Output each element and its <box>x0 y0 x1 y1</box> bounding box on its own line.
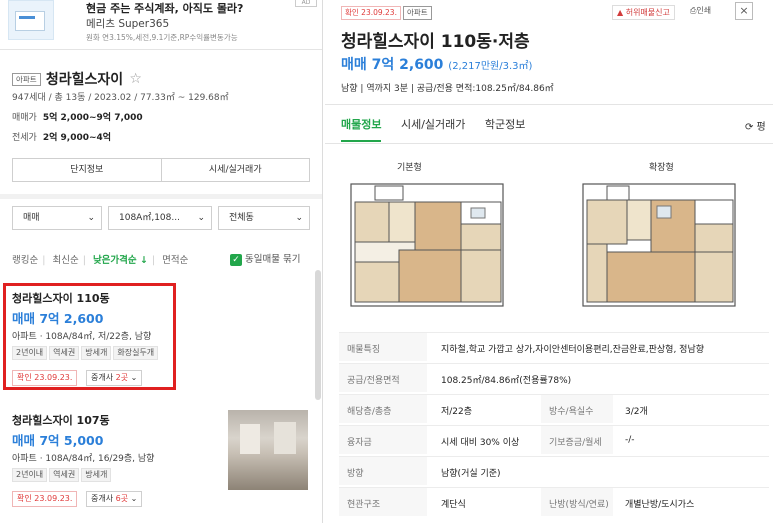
ad-desc: 원화 연3.15%,세전,9.1기준,RP수익률변동가능 <box>86 33 238 42</box>
price-history-button[interactable]: 시세/실거래가 <box>162 159 310 181</box>
sort-area[interactable]: 면적순 <box>162 255 188 266</box>
listing-price: 매매 7억 5,000 <box>12 433 104 448</box>
info-row: 공급/전용면적 108.25㎡/84.86㎡(전용률78%) <box>339 363 769 392</box>
ad-title[interactable]: 현금 주는 주식계좌, 아직도 몰라? <box>86 0 243 16</box>
info-row: 매물특징 지하철,학교 가깝고 상가,자이안센터이용편리,잔금완료,판상형, 정… <box>339 332 769 361</box>
siren-icon: ▲ <box>617 8 624 17</box>
plan-basic-label: 기본형 <box>397 163 422 173</box>
floor-plan-extended-image[interactable] <box>579 180 739 310</box>
detail-summary: 남향 | 역까지 3분 | 공급/전용 면적:108.25㎡/84.86㎡ <box>341 84 554 94</box>
sale-price-range: 매매가 5억 2,000~9억 7,000 <box>12 113 143 123</box>
tab-school-info[interactable]: 학군정보 <box>485 116 525 142</box>
chevron-down-icon: ⌄ <box>197 213 205 223</box>
list-scrollbar[interactable] <box>315 270 321 400</box>
complex-info-button[interactable]: 단지정보 <box>13 159 162 181</box>
info-row: 현관구조 계단식 난방(방식/연료) 개별난방/도시가스 <box>339 487 769 516</box>
info-row: 융자금 시세 대비 30% 이상 기보증금/월세 -/- <box>339 425 769 454</box>
detail-panel: 확인 23.09.23. 아파트 ▲ 허위매물신고 ⎙인쇄 × 청라힐스자이 1… <box>325 0 773 523</box>
floor-plan-basic-image[interactable] <box>347 180 507 310</box>
sort-ranking[interactable]: 랭킹순 <box>12 255 38 266</box>
listing-tags: 2년이내 역세권 방세개 <box>12 468 113 482</box>
report-fake-listing-button[interactable]: ▲ 허위매물신고 <box>612 5 675 20</box>
trade-type-select[interactable]: 매매 ⌄ <box>12 206 102 230</box>
highlight-box <box>3 283 176 390</box>
sort-low-price[interactable]: 낮은가격순 ↓ <box>93 255 148 266</box>
detail-type-tag: 아파트 <box>403 6 432 20</box>
sort-latest[interactable]: 최신순 <box>52 255 78 266</box>
plan-extended-label: 확장형 <box>649 163 674 173</box>
listing-title: 청라힐스자이 107동 <box>12 414 110 427</box>
checkbox-checked-icon[interactable]: ✓ <box>230 253 242 266</box>
tab-listing-info[interactable]: 매물정보 <box>341 116 382 142</box>
print-button[interactable]: ⎙인쇄 <box>690 5 711 16</box>
sort-options: 랭킹순 | 최신순 | 낮은가격순 ↓ | 면적순 <box>12 255 189 266</box>
complex-info: 947세대 / 총 13동 / 2023.02 / 77.33㎡ ~ 129.6… <box>12 93 229 103</box>
detail-title: 청라힐스자이 110동·저층 <box>341 32 530 52</box>
info-row: 해당층/총층 저/22층 방수/욕실수 3/2개 <box>339 394 769 423</box>
tab-area-toggle[interactable]: ⟳ 평 <box>745 118 766 133</box>
confirm-date-badge: 확인 23.09.23. <box>12 491 78 507</box>
group-same-listings-toggle[interactable]: ✓ 동일매물 묶기 <box>230 251 300 266</box>
info-row: 방향 남향(거실 기준) <box>339 456 769 485</box>
complex-type-tag: 아파트 <box>12 72 41 86</box>
detail-price: 매매 7억 2,600 (2,217만원/3.3㎡) <box>341 57 533 73</box>
chevron-down-icon: ⌄ <box>87 213 95 223</box>
close-icon[interactable]: × <box>735 2 753 20</box>
agent-count-button[interactable]: 중개사 6곳 ⌄ <box>86 491 143 507</box>
ad-badge: AD <box>295 0 317 7</box>
dong-select[interactable]: 전체동 ⌄ <box>218 206 310 230</box>
tab-price-history[interactable]: 시세/실거래가 <box>401 116 465 142</box>
detail-tabs: 매물정보 시세/실거래가 학군정보 <box>341 116 541 142</box>
detail-confirm-badge: 확인 23.09.23. <box>341 6 401 20</box>
area-select[interactable]: 108A㎡,108... ⌄ <box>108 206 212 230</box>
listing-photo[interactable] <box>228 410 308 490</box>
listing-detail: 아파트 · 108A/84㎡, 16/29층, 남향 <box>12 454 155 464</box>
complex-name[interactable]: 청라힐스자이 <box>46 72 123 88</box>
section-divider <box>0 194 322 199</box>
listing-panel: 현금 주는 주식계좌, 아직도 몰라? 메리츠 Super365 원화 연3.1… <box>0 0 323 523</box>
chevron-down-icon: ⌄ <box>130 494 138 503</box>
chevron-down-icon: ⌄ <box>295 213 303 223</box>
ad-image <box>8 0 54 40</box>
ad-banner[interactable]: 현금 주는 주식계좌, 아직도 몰라? 메리츠 Super365 원화 연3.1… <box>0 0 322 50</box>
lease-price-range: 전세가 2억 9,000~4억 <box>12 133 112 143</box>
ad-brand: 메리츠 Super365 <box>86 18 170 30</box>
favorite-star-icon[interactable]: ☆ <box>129 71 142 87</box>
